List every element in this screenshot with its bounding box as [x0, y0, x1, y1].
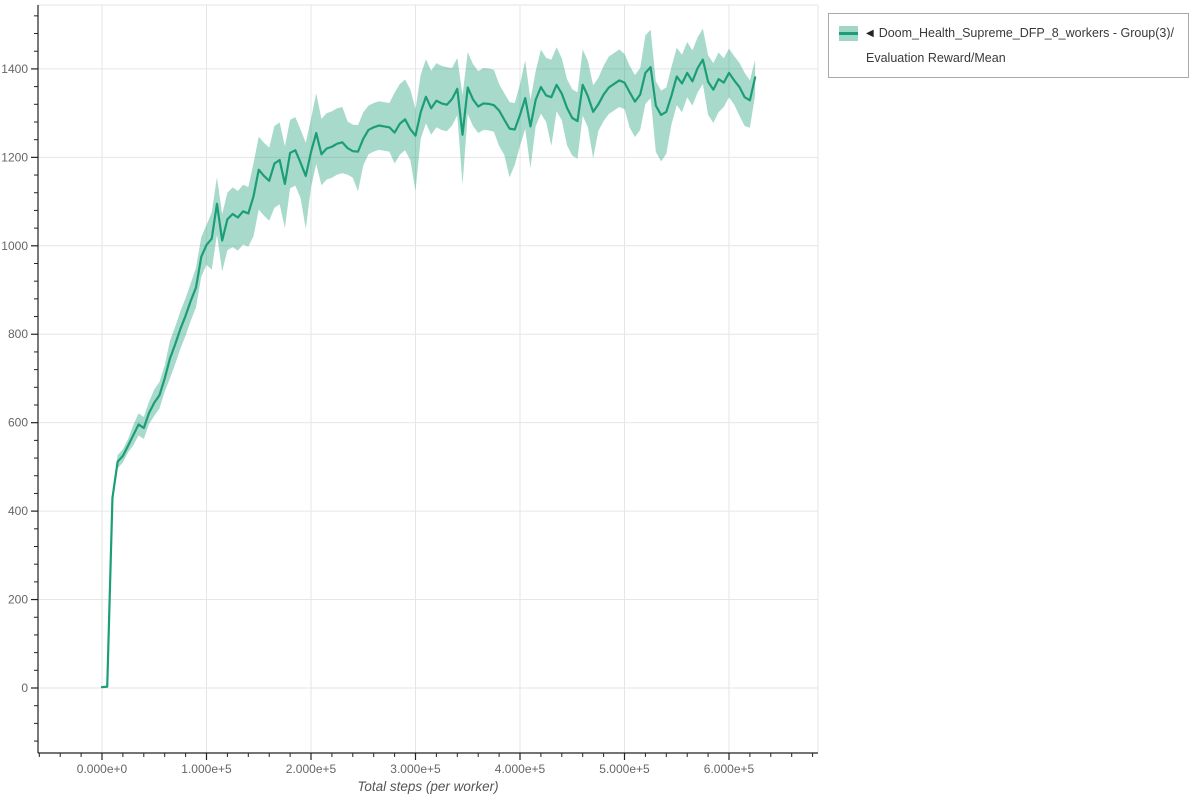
- y-tick-label: 400: [8, 504, 28, 518]
- chart-page: 0.000e+0 1.000e+5 2.000e+5 3.000e+5 4.000e+5…: [0, 0, 1200, 800]
- x-tick-label: 0.000e+0: [77, 762, 128, 776]
- x-tick-label: 1.000e+5: [181, 762, 232, 776]
- y-tick-label: 0: [21, 681, 28, 695]
- x-axis-title: Total steps (per worker): [38, 779, 818, 794]
- legend-item-series[interactable]: ◀Doom_Health_Supreme_DFP_8_workers - Gro…: [829, 14, 1188, 77]
- series-band: [102, 29, 755, 688]
- x-tick-label: 5.000e+5: [599, 762, 650, 776]
- legend-swatch-icon[interactable]: [839, 26, 858, 41]
- legend-label: Doom_Health_Supreme_DFP_8_workers - Grou…: [866, 26, 1174, 65]
- legend-box: ◀Doom_Health_Supreme_DFP_8_workers - Gro…: [828, 13, 1189, 78]
- collapse-triangle-icon[interactable]: ◀: [866, 28, 874, 39]
- y-tick-label: 1000: [1, 239, 28, 253]
- y-tick-label: 1200: [1, 150, 28, 164]
- reward-chart-canvas[interactable]: 0.000e+0 1.000e+5 2.000e+5 3.000e+5 4.000e+5…: [0, 0, 1200, 800]
- y-tick-label: 200: [8, 593, 28, 607]
- y-tick-label: 600: [8, 416, 28, 430]
- y-tick-label: 1400: [1, 62, 28, 76]
- x-tick-label: 6.000e+5: [704, 762, 755, 776]
- y-tick-label: 800: [8, 327, 28, 341]
- legend-swatch-line-icon: [839, 32, 858, 35]
- x-tick-label: 4.000e+5: [495, 762, 546, 776]
- x-tick-label: 3.000e+5: [390, 762, 441, 776]
- x-tick-label: 2.000e+5: [286, 762, 337, 776]
